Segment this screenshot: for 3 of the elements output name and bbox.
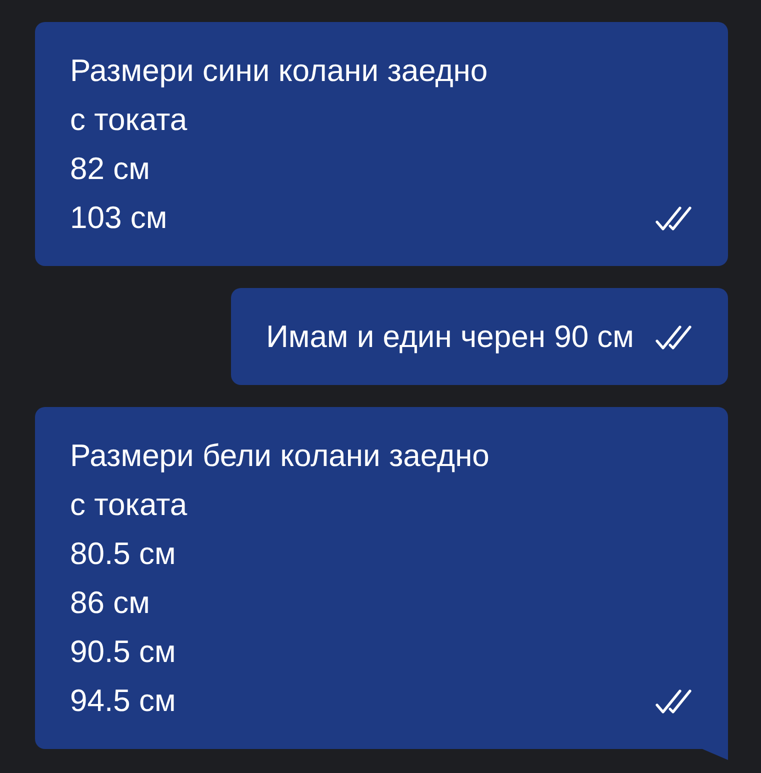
message-text: Размери бели колани заедно с токата 80.5 см 86 см 90.5 см 94.5 см — [70, 437, 490, 720]
message-text: Имам и един черен 90 см — [266, 318, 634, 356]
message-text: Размери сини колани заедно с токата 82 см 103 см — [70, 52, 489, 237]
